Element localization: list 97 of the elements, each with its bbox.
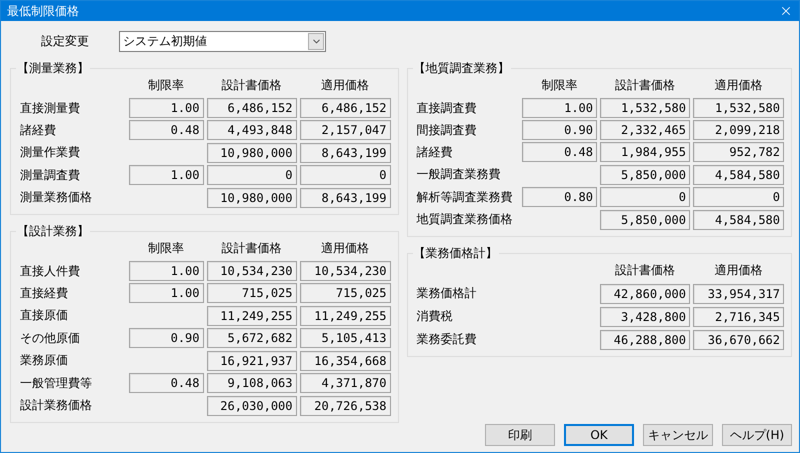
value-field: 0.80: [522, 187, 597, 207]
value-field: 5,850,000: [600, 164, 690, 184]
row-label: 業務原価: [19, 352, 69, 369]
group-title: 【業務価格計】: [412, 245, 498, 262]
column-header: 設計書価格: [220, 240, 282, 257]
value-field: 2,157,047: [300, 120, 390, 140]
value-field: 8,643,199: [300, 188, 390, 208]
value-field: 1,532,580: [600, 98, 690, 118]
value-field: 0.48: [128, 120, 204, 140]
value-field: 10,980,000: [206, 188, 296, 208]
row-label: 直接調査費: [416, 100, 478, 116]
row-label: 測量業務価格: [19, 189, 93, 206]
value-field: 4,584,580: [693, 164, 784, 184]
value-field: 36,670,662: [693, 330, 784, 350]
column-header: 制限率: [147, 240, 185, 257]
value-field: 0: [693, 187, 784, 207]
window-title: 最低制限価格: [7, 2, 79, 20]
row-label: 直接測量費: [19, 100, 81, 116]
value-field: 11,249,255: [206, 306, 296, 326]
value-field: 5,105,413: [300, 328, 390, 348]
value-field: 11,249,255: [300, 306, 390, 326]
column-header: 適用価格: [320, 240, 370, 257]
dialog-button[interactable]: キャンセル: [643, 424, 713, 446]
value-field: 4,371,870: [300, 373, 390, 393]
row-label: 解析等調査業務費: [416, 188, 514, 206]
value-field: 1.00: [128, 165, 204, 185]
column-header: 適用価格: [714, 77, 764, 94]
value-field: 0.90: [128, 328, 204, 348]
value-field: 8,643,199: [300, 142, 390, 162]
row-label: 測量作業費: [19, 144, 81, 161]
value-field: 1,984,955: [600, 142, 690, 162]
row-label: 業務委託費: [416, 331, 478, 348]
row-label: 間接調査費: [416, 122, 478, 138]
value-field: 5,850,000: [600, 210, 690, 230]
value-field: 16,354,668: [300, 350, 390, 370]
group-title: 【地質調査業務】: [412, 60, 510, 77]
value-field: 9,108,063: [206, 373, 296, 393]
setting-label: 設定変更: [41, 33, 89, 50]
row-label: 一般管理費等: [19, 374, 93, 392]
row-label: 測量調査費: [19, 166, 81, 184]
value-field: 0.48: [128, 373, 204, 393]
row-label: 諸経費: [416, 144, 454, 160]
value-field: 1.00: [128, 98, 204, 118]
value-field: 10,980,000: [206, 142, 296, 162]
column-header: 設計書価格: [220, 77, 282, 94]
value-field: 715,025: [300, 283, 390, 303]
row-label: 消費税: [416, 308, 454, 325]
value-field: 3,428,800: [600, 306, 690, 326]
column-header: 適用価格: [714, 262, 764, 279]
value-field: 0: [300, 165, 390, 185]
value-field: 2,099,218: [693, 120, 784, 140]
row-label: 設計業務価格: [19, 397, 93, 414]
value-field: 1.00: [128, 261, 204, 281]
dialog-button[interactable]: 印刷: [485, 424, 555, 446]
value-field: 33,954,317: [693, 284, 784, 304]
close-icon[interactable]: [779, 4, 793, 18]
value-field: 6,486,152: [300, 98, 390, 118]
value-field: 0: [600, 187, 690, 207]
dialog-button[interactable]: ヘルプ(H): [722, 424, 792, 446]
value-field: 5,672,682: [206, 328, 296, 348]
value-field: 1.00: [522, 98, 597, 118]
row-label: 一般調査業務費: [416, 166, 502, 183]
value-field: 952,782: [693, 142, 784, 162]
value-field: 6,486,152: [206, 98, 296, 118]
row-label: 直接原価: [19, 307, 69, 324]
dialog-button[interactable]: OK: [564, 424, 634, 446]
row-label: 地質調査業務価格: [416, 211, 514, 228]
column-header: 設計書価格: [614, 77, 676, 94]
value-field: 2,332,465: [600, 120, 690, 140]
value-field: 26,030,000: [206, 396, 296, 416]
value-field: 0.90: [522, 120, 597, 140]
column-header: 設計書価格: [614, 262, 676, 279]
value-field: 715,025: [206, 283, 296, 303]
value-field: 16,921,937: [206, 350, 296, 370]
column-header: 制限率: [540, 77, 578, 94]
value-field: 10,534,230: [300, 261, 390, 281]
value-field: 2,716,345: [693, 306, 784, 326]
row-label: 業務価格計: [416, 285, 478, 302]
row-label: 直接経費: [19, 284, 69, 302]
value-field: 42,860,000: [600, 284, 690, 304]
value-field: 1,532,580: [693, 98, 784, 118]
value-field: 0.48: [522, 142, 597, 162]
column-header: 適用価格: [320, 77, 370, 94]
row-label: その他原価: [19, 330, 81, 346]
setting-dropdown[interactable]: システム初期値: [119, 31, 326, 52]
value-field: 10,534,230: [206, 261, 296, 281]
value-field: 4,493,848: [206, 120, 296, 140]
column-header: 制限率: [147, 77, 185, 94]
group-title: 【設計業務】: [16, 223, 90, 240]
row-label: 直接人件費: [19, 262, 81, 280]
row-label: 諸経費: [19, 122, 57, 138]
value-field: 4,584,580: [693, 210, 784, 230]
value-field: 46,288,800: [600, 330, 690, 350]
value-field: 1.00: [128, 283, 204, 303]
value-field: 20,726,538: [300, 396, 390, 416]
value-field: 0: [206, 165, 296, 185]
group-title: 【測量業務】: [16, 60, 90, 77]
